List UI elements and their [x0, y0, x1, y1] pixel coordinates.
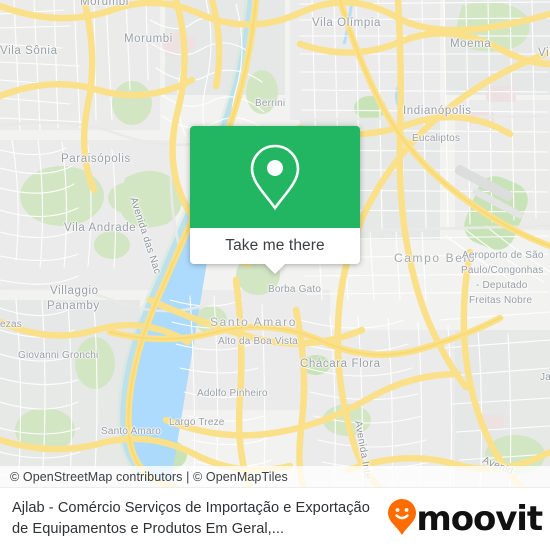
take-me-there-button[interactable]: Take me there	[190, 228, 360, 264]
moovit-location-screenshot: .blk { fill:#e8e9e8; } .blk2 { fill:#e3e…	[0, 0, 550, 550]
moovit-smiley-pin-icon	[387, 498, 417, 541]
footer-bar: Ajlab - Comércio Serviços de Importação …	[0, 488, 550, 550]
moovit-wordmark: moovit	[416, 499, 543, 539]
attribution-text: © OpenStreetMap contributors | © OpenMap…	[10, 470, 288, 484]
map-pin-icon	[247, 142, 303, 212]
take-me-there-label: Take me there	[225, 237, 325, 254]
place-title: Ajlab - Comércio Serviços de Importação …	[12, 500, 370, 537]
map-canvas[interactable]: .blk { fill:#e8e9e8; } .blk2 { fill:#e3e…	[0, 0, 550, 487]
map-attribution[interactable]: © OpenStreetMap contributors | © OpenMap…	[0, 466, 550, 487]
moovit-logo[interactable]: moovit	[387, 498, 543, 541]
location-callout-card[interactable]: Take me there	[190, 126, 360, 274]
callout-tail	[264, 263, 286, 274]
callout-pin-area	[190, 126, 360, 228]
